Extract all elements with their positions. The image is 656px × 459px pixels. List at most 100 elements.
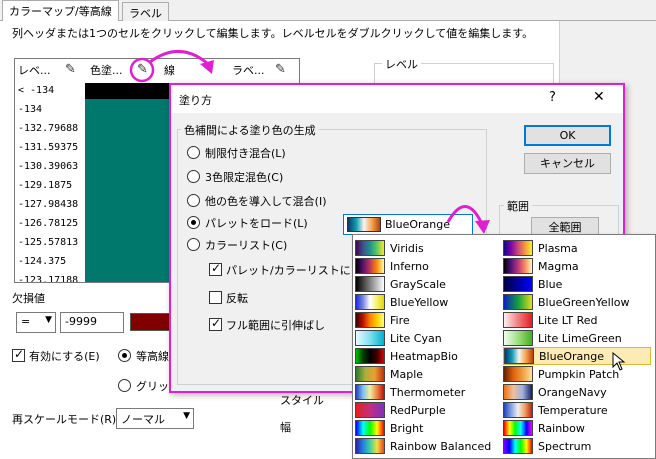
tab-bar: カラーマップ/等高線 ラベル [0, 0, 656, 22]
radio-icon [118, 379, 131, 392]
pencil-icon[interactable]: ✎ [65, 62, 76, 77]
tab-label[interactable]: ラベル [122, 2, 169, 22]
palette-option[interactable]: Plasma [503, 239, 653, 257]
rescale-label: 再スケールモード(R) [12, 413, 117, 426]
level-cell[interactable]: -127.98438 [18, 199, 78, 210]
interpolation-group-label: 色補間による塗り色の生成 [181, 122, 319, 138]
level-cell[interactable]: -125.57813 [18, 237, 78, 248]
contour-radio[interactable]: 等高線 [118, 348, 169, 364]
ok-button[interactable]: OK [524, 125, 611, 146]
palette-swatch [503, 384, 533, 400]
level-cell[interactable]: -126.78125 [18, 218, 78, 229]
palette-swatch [355, 366, 385, 382]
palette-swatch [503, 330, 533, 346]
level-cell[interactable]: -131.59375 [18, 142, 78, 153]
palette-swatch [355, 276, 385, 292]
annotation-arrow [446, 205, 490, 234]
style-label: スタイル [280, 394, 324, 407]
dialog-titlebar: 塗り方 ? ✕ [171, 85, 623, 113]
option-color-list[interactable]: カラーリスト(C) [187, 237, 287, 253]
option-three-color[interactable]: 3色限定混色(C) [187, 169, 283, 185]
palette-option[interactable]: OrangeNavy [503, 383, 653, 401]
palette-swatch [503, 420, 533, 436]
palette-option[interactable]: HeatmapBio [355, 347, 503, 365]
palette-option[interactable]: Thermometer [355, 383, 503, 401]
missing-label: 欠損値 [12, 292, 45, 305]
palette-swatch [504, 348, 534, 364]
check-reverse[interactable]: 反転 [209, 290, 248, 306]
palette-option[interactable]: RedPurple [355, 401, 503, 419]
radio-icon [187, 194, 200, 207]
palette-option[interactable]: Lite LimeGreen [503, 329, 653, 347]
palette-option[interactable]: Bright [355, 419, 503, 437]
level-cell[interactable]: -130.39063 [18, 161, 78, 172]
check-palette-list[interactable]: パレット/カラーリストにリ [209, 261, 362, 278]
palette-option[interactable]: Viridis [355, 239, 503, 257]
option-load-palette[interactable]: パレットをロード(L) [187, 215, 308, 231]
palette-swatch [355, 294, 385, 310]
palette-option[interactable]: Inferno [355, 257, 503, 275]
option-other-color[interactable]: 他の色を導入して混合(I) [187, 193, 327, 209]
grid-radio[interactable]: グリッ [118, 378, 169, 394]
palette-option[interactable]: BlueYellow [355, 293, 503, 311]
missing-color-swatch[interactable] [130, 313, 170, 331]
palette-swatch [355, 312, 385, 328]
range-group-label: 範囲 [504, 198, 532, 214]
palette-option-selected[interactable]: BlueOrange [503, 347, 651, 365]
radio-icon [187, 238, 200, 251]
palette-option[interactable]: Spectrum [503, 437, 653, 455]
level-cell[interactable]: -129.1875 [18, 180, 72, 191]
palette-swatch [503, 438, 533, 454]
palette-option[interactable]: Blue [503, 275, 653, 293]
palette-swatch [503, 240, 533, 256]
palette-swatch [355, 420, 385, 436]
palette-option[interactable]: Lite LT Red [503, 311, 653, 329]
radio-icon [118, 349, 131, 362]
level-cell[interactable]: -132.79688 [18, 123, 78, 134]
palette-option[interactable]: Fire [355, 311, 503, 329]
level-group-label: レベル [382, 56, 421, 72]
palette-dropdown-list: Viridis Inferno GrayScale BlueYellow Fir… [352, 234, 656, 459]
level-cell[interactable]: < -134 [18, 85, 54, 96]
palette-option[interactable]: Temperature [503, 401, 653, 419]
checkbox-icon [209, 316, 222, 331]
palette-option[interactable]: Maple [355, 365, 503, 383]
palette-option[interactable]: Rainbow Balanced [355, 437, 503, 455]
palette-swatch [503, 366, 533, 382]
option-limited-mix[interactable]: 制限付き混合(L) [187, 145, 286, 161]
checkbox-icon [12, 347, 25, 362]
width-label: 幅 [280, 421, 291, 434]
pencil-icon[interactable]: ✎ [275, 62, 286, 77]
level-cell[interactable]: -124.375 [18, 256, 66, 267]
level-cell[interactable]: -123.17188 [18, 275, 78, 282]
dialog-title: 塗り方 [179, 94, 212, 107]
palette-option[interactable]: Rainbow [503, 419, 653, 437]
help-button[interactable]: ? [549, 90, 556, 105]
missing-operator-select[interactable]: = ▼ [16, 312, 56, 333]
palette-option[interactable]: Magma [503, 257, 653, 275]
chevron-down-icon: ▼ [183, 411, 190, 421]
chevron-down-icon: ▼ [45, 315, 52, 325]
cancel-button[interactable]: キャンセル [524, 153, 611, 174]
palette-option[interactable]: Lite Cyan [355, 329, 503, 347]
rescale-select[interactable]: ノーマル ▼ [116, 408, 194, 429]
palette-swatch [503, 294, 533, 310]
palette-swatch [355, 240, 385, 256]
close-button[interactable]: ✕ [593, 89, 605, 105]
tab-colormap[interactable]: カラーマップ/等高線 [2, 0, 119, 22]
enable-checkbox[interactable]: 有効にする(E) [12, 347, 100, 364]
palette-swatch [503, 312, 533, 328]
fill-cell-teal[interactable] [85, 99, 171, 282]
palette-option[interactable]: GrayScale [355, 275, 503, 293]
missing-value-input[interactable]: -9999 [60, 312, 124, 333]
palette-option[interactable]: BlueGreenYellow [503, 293, 653, 311]
palette-swatch [503, 276, 533, 292]
palette-option[interactable]: Pumpkin Patch [503, 365, 653, 383]
radio-icon [187, 146, 200, 159]
palette-swatch [355, 330, 385, 346]
level-cell[interactable]: -134 [18, 104, 42, 115]
check-stretch[interactable]: フル範囲に引伸ばし [209, 316, 325, 333]
palette-swatch [355, 384, 385, 400]
checkbox-icon [209, 261, 222, 276]
mouse-cursor-icon [612, 352, 626, 371]
